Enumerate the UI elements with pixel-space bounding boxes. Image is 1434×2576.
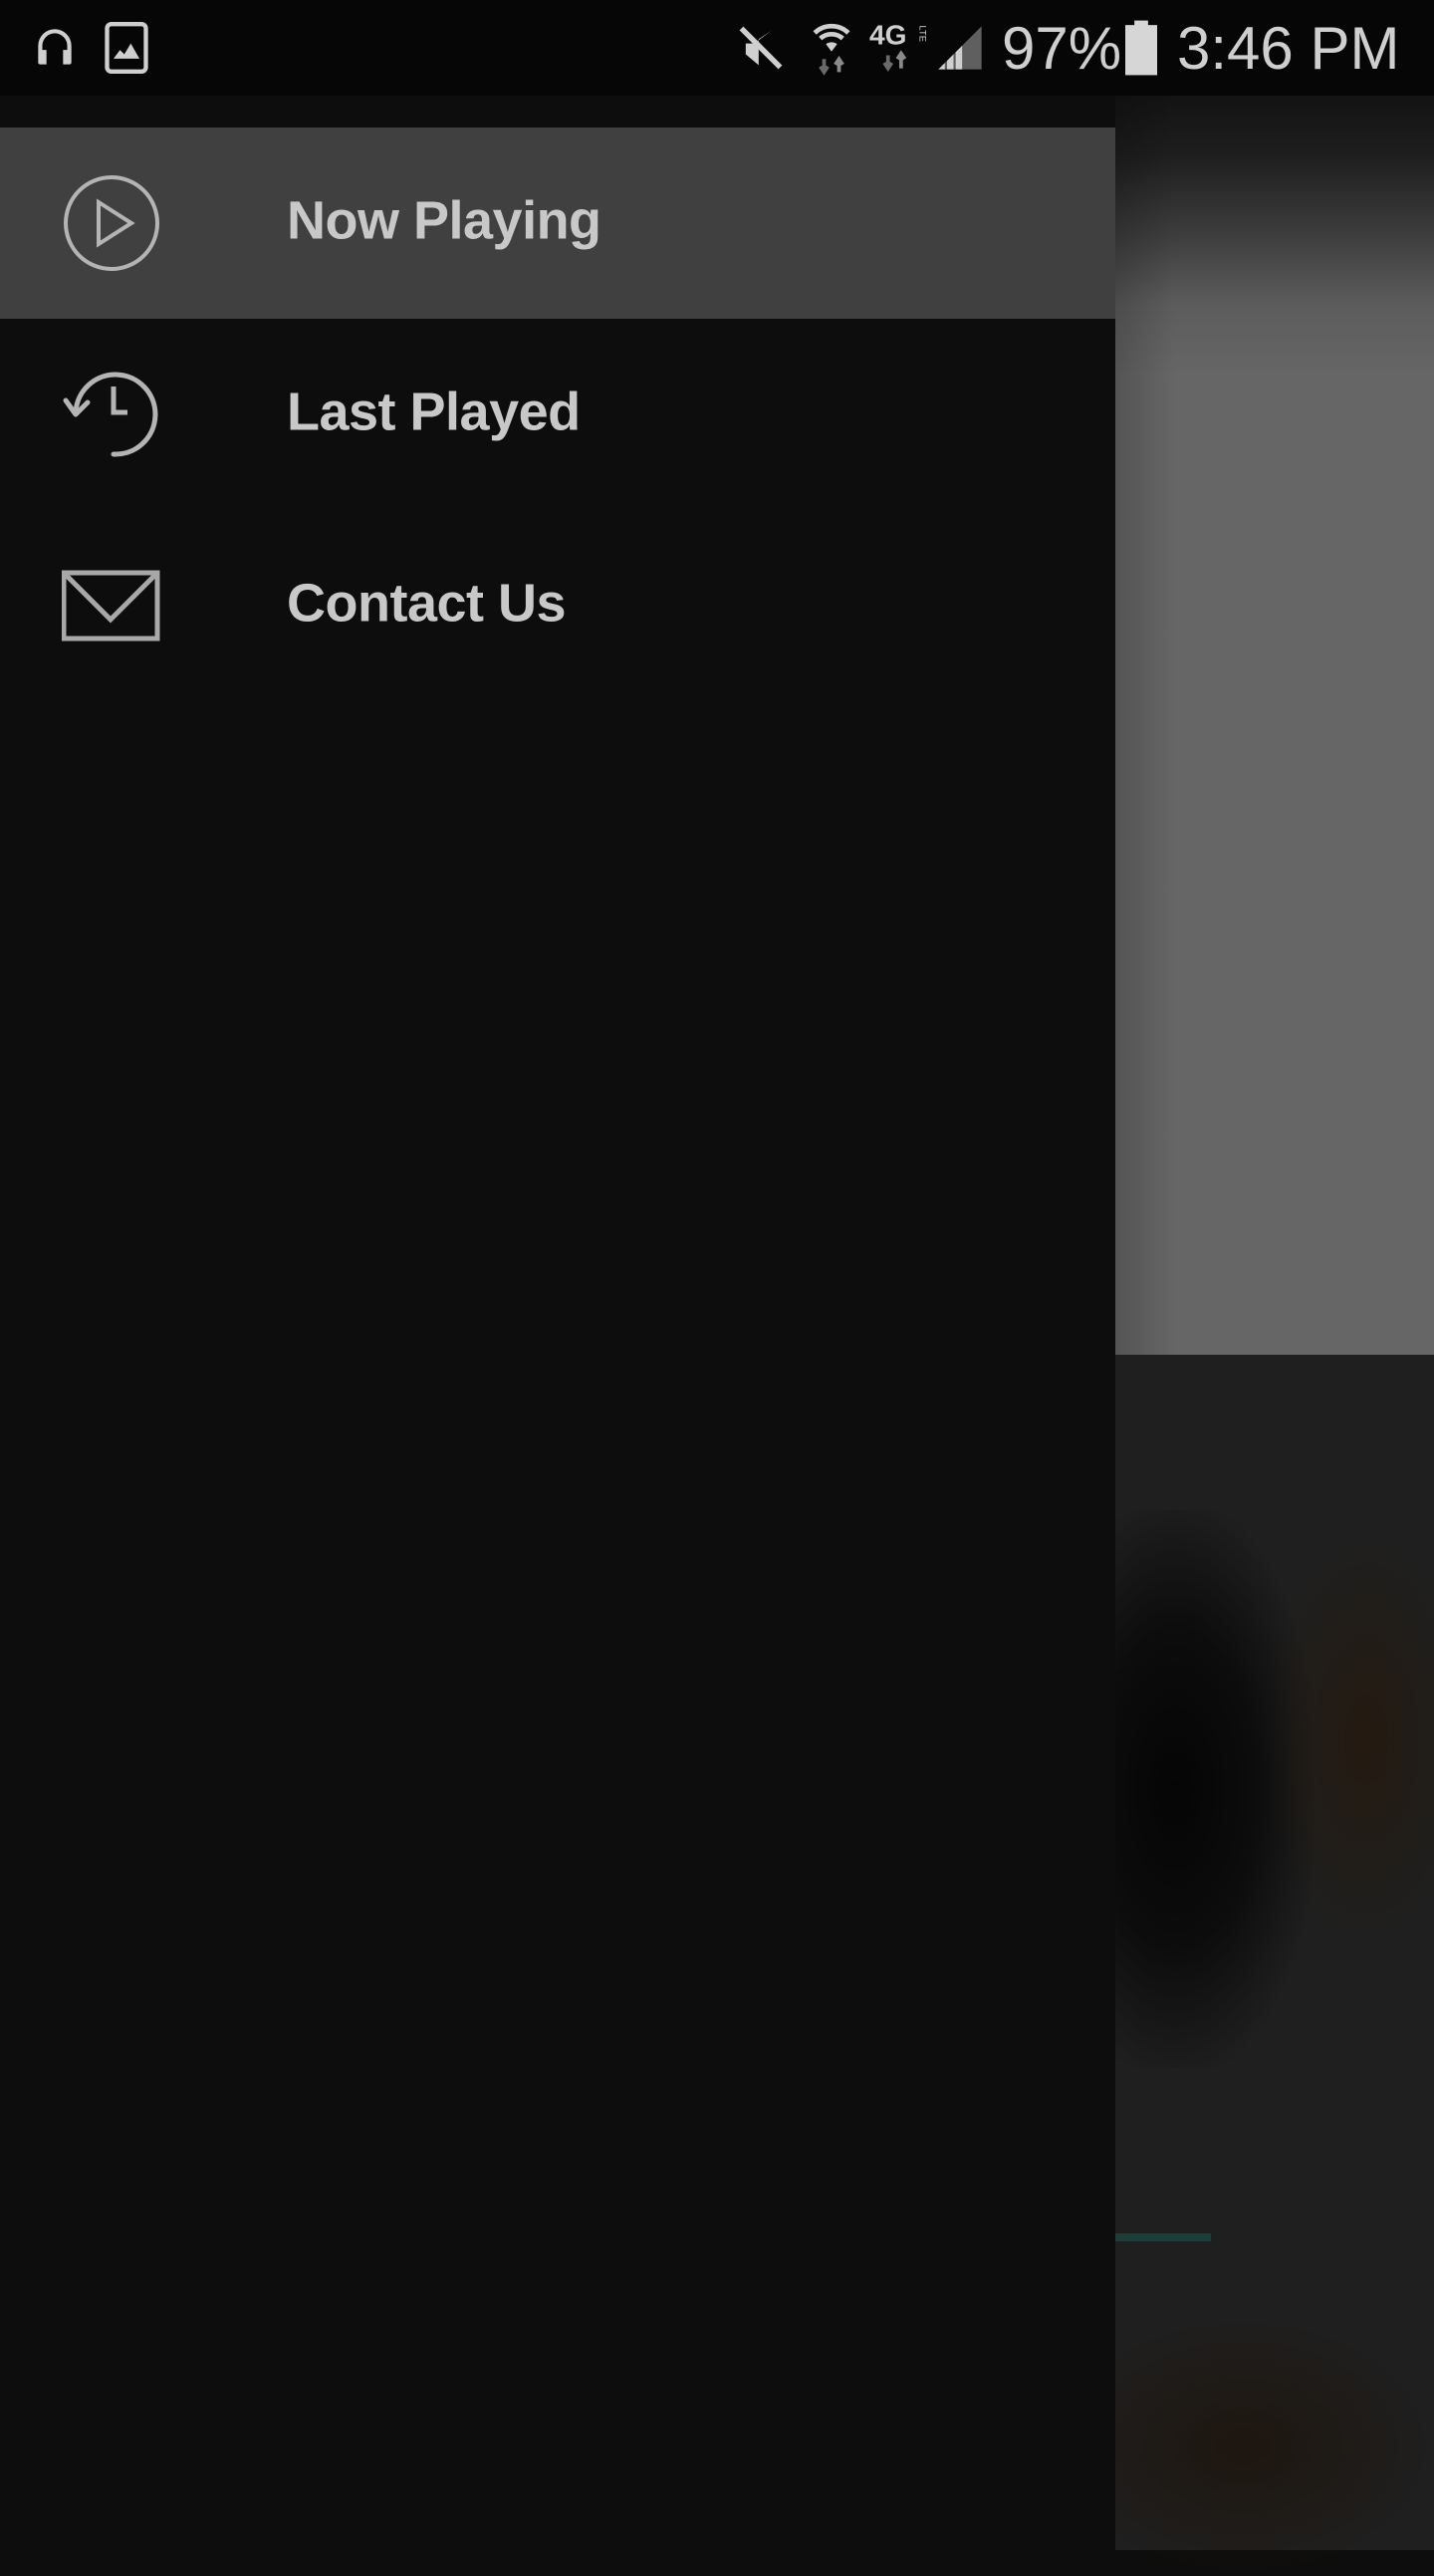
navigation-drawer: Now Playing Last Played Contact Us xyxy=(0,96,1115,2550)
headphones-icon xyxy=(30,0,80,96)
signal-icon xyxy=(934,0,986,96)
battery-percent: 97% xyxy=(1002,15,1122,82)
background-image-lower xyxy=(1115,2317,1434,2576)
status-bar: 4G LTE 97% 3:46 PM xyxy=(0,0,1434,96)
history-icon xyxy=(62,365,161,464)
clock: 3:46 PM xyxy=(1177,15,1400,82)
network-4g-lte-icon: 4G LTE xyxy=(868,0,930,96)
nav-item-last-played[interactable]: Last Played xyxy=(0,319,1115,510)
drawer-top-spacer xyxy=(0,96,1115,128)
network-sublabel: LTE xyxy=(918,26,928,42)
background-image-highlight xyxy=(1265,1540,1434,1938)
battery-icon xyxy=(1125,0,1157,96)
network-label: 4G xyxy=(869,19,907,50)
image-icon xyxy=(104,0,149,96)
nav-item-now-playing[interactable]: Now Playing xyxy=(0,128,1115,319)
nav-item-label: Last Played xyxy=(287,382,581,442)
mail-icon xyxy=(61,556,161,655)
background-app-content[interactable] xyxy=(1115,96,1434,2576)
album-art-area xyxy=(1115,96,1434,1355)
progress-bar xyxy=(1115,2233,1211,2241)
nav-item-contact-us[interactable]: Contact Us xyxy=(0,510,1115,701)
nav-item-label: Contact Us xyxy=(287,573,567,634)
nav-item-label: Now Playing xyxy=(287,190,601,251)
play-circle-icon xyxy=(62,173,161,273)
wifi-icon xyxy=(809,0,854,96)
mute-icon xyxy=(735,0,787,96)
